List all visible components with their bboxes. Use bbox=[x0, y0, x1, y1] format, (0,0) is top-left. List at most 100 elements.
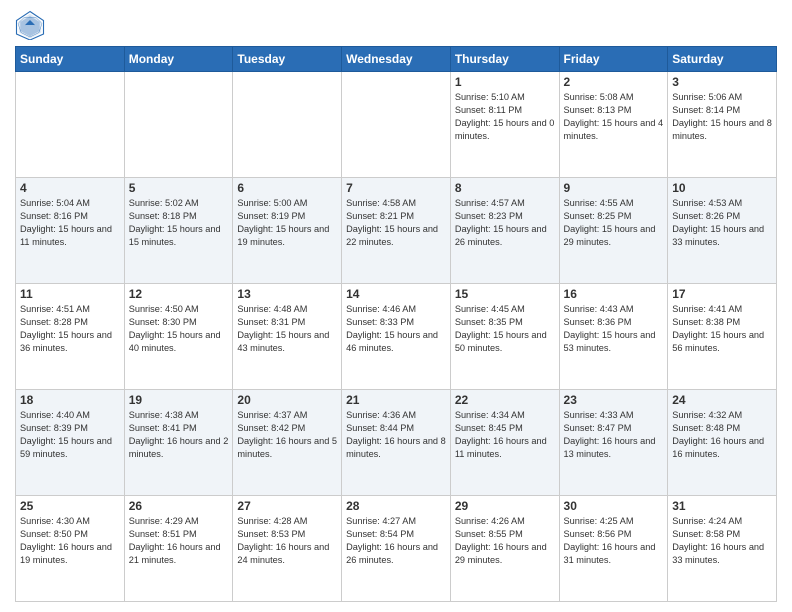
calendar-cell: 22Sunrise: 4:34 AMSunset: 8:45 PMDayligh… bbox=[450, 390, 559, 496]
day-info: Sunrise: 4:30 AMSunset: 8:50 PMDaylight:… bbox=[20, 515, 120, 567]
day-number: 2 bbox=[564, 75, 664, 89]
day-number: 21 bbox=[346, 393, 446, 407]
calendar-table: SundayMondayTuesdayWednesdayThursdayFrid… bbox=[15, 46, 777, 602]
logo-icon bbox=[15, 10, 45, 40]
day-info: Sunrise: 5:04 AMSunset: 8:16 PMDaylight:… bbox=[20, 197, 120, 249]
day-number: 19 bbox=[129, 393, 229, 407]
calendar-cell: 7Sunrise: 4:58 AMSunset: 8:21 PMDaylight… bbox=[342, 178, 451, 284]
weekday-header-tuesday: Tuesday bbox=[233, 47, 342, 72]
day-number: 13 bbox=[237, 287, 337, 301]
day-info: Sunrise: 4:34 AMSunset: 8:45 PMDaylight:… bbox=[455, 409, 555, 461]
day-info: Sunrise: 4:50 AMSunset: 8:30 PMDaylight:… bbox=[129, 303, 229, 355]
calendar-cell: 16 Sunrise: 4:43 AMSunset: 8:36 PMDayligh… bbox=[559, 284, 668, 390]
day-number: 30 bbox=[564, 499, 664, 513]
day-info: Sunrise: 4:33 AMSunset: 8:47 PMDaylight:… bbox=[564, 409, 664, 461]
calendar-cell: 4Sunrise: 5:04 AMSunset: 8:16 PMDaylight… bbox=[16, 178, 125, 284]
calendar-cell: 19 Sunrise: 4:38 AMSunset: 8:41 PMDayligh… bbox=[124, 390, 233, 496]
weekday-header-row: SundayMondayTuesdayWednesdayThursdayFrid… bbox=[16, 47, 777, 72]
day-number: 15 bbox=[455, 287, 555, 301]
day-info: Sunrise: 5:06 AMSunset: 8:14 PMDaylight:… bbox=[672, 91, 772, 143]
calendar-cell: 29Sunrise: 4:26 AMSunset: 8:55 PMDayligh… bbox=[450, 496, 559, 602]
week-row-3: 11Sunrise: 4:51 AMSunset: 8:28 PMDayligh… bbox=[16, 284, 777, 390]
day-info: Sunrise: 4:53 AMSunset: 8:26 PMDaylight:… bbox=[672, 197, 772, 249]
day-info: Sunrise: 4:45 AMSunset: 8:35 PMDaylight:… bbox=[455, 303, 555, 355]
day-number: 25 bbox=[20, 499, 120, 513]
day-number: 26 bbox=[129, 499, 229, 513]
weekday-header-friday: Friday bbox=[559, 47, 668, 72]
week-row-2: 4Sunrise: 5:04 AMSunset: 8:16 PMDaylight… bbox=[16, 178, 777, 284]
page: SundayMondayTuesdayWednesdayThursdayFrid… bbox=[0, 0, 792, 612]
calendar-cell: 25 Sunrise: 4:30 AMSunset: 8:50 PMDayligh… bbox=[16, 496, 125, 602]
day-info: Sunrise: 4:43 AMSunset: 8:36 PMDaylight:… bbox=[564, 303, 664, 355]
day-info: Sunrise: 4:37 AMSunset: 8:42 PMDaylight:… bbox=[237, 409, 337, 461]
calendar-cell: 1 Sunrise: 5:10 AMSunset: 8:11 PMDaylight… bbox=[450, 72, 559, 178]
calendar-cell: 5 Sunrise: 5:02 AMSunset: 8:18 PMDaylight… bbox=[124, 178, 233, 284]
calendar-cell: 18 Sunrise: 4:40 AMSunset: 8:39 PMDayligh… bbox=[16, 390, 125, 496]
calendar-cell: 8 Sunrise: 4:57 AMSunset: 8:23 PMDaylight… bbox=[450, 178, 559, 284]
calendar-cell: 20 Sunrise: 4:37 AMSunset: 8:42 PMDayligh… bbox=[233, 390, 342, 496]
calendar-cell: 27Sunrise: 4:28 AMSunset: 8:53 PMDayligh… bbox=[233, 496, 342, 602]
calendar-cell: 15 Sunrise: 4:45 AMSunset: 8:35 PMDayligh… bbox=[450, 284, 559, 390]
calendar-cell: 2 Sunrise: 5:08 AMSunset: 8:13 PMDaylight… bbox=[559, 72, 668, 178]
day-info: Sunrise: 4:40 AMSunset: 8:39 PMDaylight:… bbox=[20, 409, 120, 461]
day-number: 23 bbox=[564, 393, 664, 407]
day-number: 27 bbox=[237, 499, 337, 513]
day-number: 10 bbox=[672, 181, 772, 195]
day-number: 5 bbox=[129, 181, 229, 195]
day-number: 29 bbox=[455, 499, 555, 513]
day-info: Sunrise: 5:10 AMSunset: 8:11 PMDaylight:… bbox=[455, 91, 555, 143]
day-number: 17 bbox=[672, 287, 772, 301]
day-number: 9 bbox=[564, 181, 664, 195]
calendar-cell: 6 Sunrise: 5:00 AMSunset: 8:19 PMDaylight… bbox=[233, 178, 342, 284]
day-number: 28 bbox=[346, 499, 446, 513]
day-number: 16 bbox=[564, 287, 664, 301]
day-number: 18 bbox=[20, 393, 120, 407]
day-info: Sunrise: 4:36 AMSunset: 8:44 PMDaylight:… bbox=[346, 409, 446, 461]
day-number: 20 bbox=[237, 393, 337, 407]
day-number: 8 bbox=[455, 181, 555, 195]
week-row-5: 25 Sunrise: 4:30 AMSunset: 8:50 PMDayligh… bbox=[16, 496, 777, 602]
calendar-cell: 3Sunrise: 5:06 AMSunset: 8:14 PMDaylight… bbox=[668, 72, 777, 178]
day-number: 31 bbox=[672, 499, 772, 513]
day-info: Sunrise: 4:51 AMSunset: 8:28 PMDaylight:… bbox=[20, 303, 120, 355]
day-info: Sunrise: 5:02 AMSunset: 8:18 PMDaylight:… bbox=[129, 197, 229, 249]
weekday-header-wednesday: Wednesday bbox=[342, 47, 451, 72]
day-info: Sunrise: 4:55 AMSunset: 8:25 PMDaylight:… bbox=[564, 197, 664, 249]
day-info: Sunrise: 4:32 AMSunset: 8:48 PMDaylight:… bbox=[672, 409, 772, 461]
day-info: Sunrise: 4:27 AMSunset: 8:54 PMDaylight:… bbox=[346, 515, 446, 567]
day-number: 12 bbox=[129, 287, 229, 301]
calendar-cell: 24 Sunrise: 4:32 AMSunset: 8:48 PMDayligh… bbox=[668, 390, 777, 496]
header bbox=[15, 10, 777, 40]
calendar-cell: 17 Sunrise: 4:41 AMSunset: 8:38 PMDayligh… bbox=[668, 284, 777, 390]
day-number: 6 bbox=[237, 181, 337, 195]
week-row-1: 1 Sunrise: 5:10 AMSunset: 8:11 PMDaylight… bbox=[16, 72, 777, 178]
calendar-cell: 13 Sunrise: 4:48 AMSunset: 8:31 PMDayligh… bbox=[233, 284, 342, 390]
calendar-cell: 26 Sunrise: 4:29 AMSunset: 8:51 PMDayligh… bbox=[124, 496, 233, 602]
calendar-cell: 14 Sunrise: 4:46 AMSunset: 8:33 PMDayligh… bbox=[342, 284, 451, 390]
day-info: Sunrise: 5:08 AMSunset: 8:13 PMDaylight:… bbox=[564, 91, 664, 143]
calendar-cell: 28 Sunrise: 4:27 AMSunset: 8:54 PMDayligh… bbox=[342, 496, 451, 602]
day-number: 7 bbox=[346, 181, 446, 195]
day-info: Sunrise: 4:57 AMSunset: 8:23 PMDaylight:… bbox=[455, 197, 555, 249]
week-row-4: 18 Sunrise: 4:40 AMSunset: 8:39 PMDayligh… bbox=[16, 390, 777, 496]
calendar-cell bbox=[233, 72, 342, 178]
weekday-header-thursday: Thursday bbox=[450, 47, 559, 72]
calendar-cell: 10 Sunrise: 4:53 AMSunset: 8:26 PMDayligh… bbox=[668, 178, 777, 284]
calendar-cell: 23 Sunrise: 4:33 AMSunset: 8:47 PMDayligh… bbox=[559, 390, 668, 496]
day-number: 14 bbox=[346, 287, 446, 301]
calendar-cell bbox=[124, 72, 233, 178]
calendar-cell: 11Sunrise: 4:51 AMSunset: 8:28 PMDayligh… bbox=[16, 284, 125, 390]
day-info: Sunrise: 4:38 AMSunset: 8:41 PMDaylight:… bbox=[129, 409, 229, 461]
day-info: Sunrise: 5:00 AMSunset: 8:19 PMDaylight:… bbox=[237, 197, 337, 249]
day-number: 24 bbox=[672, 393, 772, 407]
calendar-cell: 9 Sunrise: 4:55 AMSunset: 8:25 PMDaylight… bbox=[559, 178, 668, 284]
day-info: Sunrise: 4:41 AMSunset: 8:38 PMDaylight:… bbox=[672, 303, 772, 355]
day-info: Sunrise: 4:24 AMSunset: 8:58 PMDaylight:… bbox=[672, 515, 772, 567]
day-info: Sunrise: 4:46 AMSunset: 8:33 PMDaylight:… bbox=[346, 303, 446, 355]
weekday-header-saturday: Saturday bbox=[668, 47, 777, 72]
day-info: Sunrise: 4:25 AMSunset: 8:56 PMDaylight:… bbox=[564, 515, 664, 567]
day-number: 1 bbox=[455, 75, 555, 89]
day-info: Sunrise: 4:48 AMSunset: 8:31 PMDaylight:… bbox=[237, 303, 337, 355]
weekday-header-sunday: Sunday bbox=[16, 47, 125, 72]
day-info: Sunrise: 4:29 AMSunset: 8:51 PMDaylight:… bbox=[129, 515, 229, 567]
